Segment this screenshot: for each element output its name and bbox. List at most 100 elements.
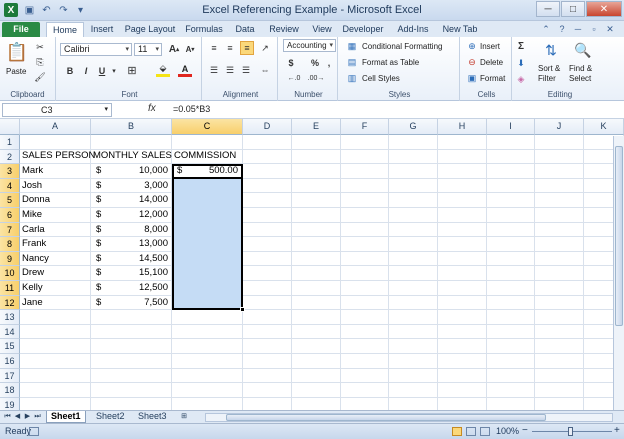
tab-new-tab[interactable]: New Tab [440,22,480,37]
tab-page-layout[interactable]: Page Layout [124,22,176,37]
tab-formulas[interactable]: Formulas [184,22,224,37]
vertical-scroll-thumb[interactable] [615,146,623,326]
zoom-slider-thumb[interactable] [568,427,573,436]
first-sheet-icon[interactable]: ⏮ [3,412,12,422]
maximize-button[interactable]: □ [561,1,585,17]
cell-a5[interactable]: Donna [22,193,50,207]
column-header-e[interactable]: E [292,119,341,135]
align-bottom-icon[interactable]: ≡ [240,41,254,55]
row-header-12[interactable]: 12 [0,295,20,311]
cell-a6[interactable]: Mike [22,208,42,222]
currency-button[interactable]: $ [286,57,296,69]
insert-function-button[interactable]: fx [148,103,156,114]
cell-b11-currency[interactable]: $ [96,281,101,295]
macro-record-icon[interactable] [29,427,39,436]
sort-filter-label-line2[interactable]: Filter [538,74,556,83]
increase-decimal-icon[interactable]: ←.0 [286,73,302,84]
last-sheet-icon[interactable]: ⏭ [33,412,42,422]
decrease-decimal-icon[interactable]: .00→ [308,73,325,84]
align-top-icon[interactable]: ≡ [208,42,220,54]
tab-home[interactable]: Home [46,22,84,37]
cell-a10[interactable]: Drew [22,266,44,280]
vertical-scrollbar[interactable] [613,136,624,410]
column-header-a[interactable]: A [20,119,91,135]
row-header-14[interactable]: 14 [0,324,20,340]
cell-b2[interactable]: MONTHLY SALES [93,149,172,163]
format-cells-icon[interactable]: ▣ [466,72,478,84]
find-select-label-line2[interactable]: Select [569,74,591,83]
row-header-8[interactable]: 8 [0,237,20,252]
align-middle-icon[interactable]: ≡ [224,42,236,54]
cell-b8-currency[interactable]: $ [96,237,101,251]
format-painter-icon[interactable]: 🖌 [34,71,46,83]
underline-button[interactable]: U [96,64,108,77]
cell-b8[interactable]: 13,000 [110,237,168,251]
horizontal-scroll-thumb[interactable] [226,414,546,421]
borders-icon[interactable]: ⊞ [124,64,140,77]
find-select-icon[interactable]: 🔍 [572,40,594,60]
cell-b4-currency[interactable]: $ [96,179,101,193]
cell-b12[interactable]: 7,500 [110,296,168,310]
cell-b5-currency[interactable]: $ [96,193,101,207]
cell-a8[interactable]: Frank [22,237,46,251]
cut-icon[interactable]: ✂ [34,41,46,53]
sort-filter-label-line1[interactable]: Sort & [538,64,560,73]
tab-insert[interactable]: Insert [89,22,115,37]
sort-filter-icon[interactable]: ⇅ [540,40,562,60]
row-header-19[interactable]: 19 [0,397,20,410]
merge-center-icon[interactable]: ⇔ [258,64,272,76]
find-select-label-line1[interactable]: Find & [569,64,592,73]
row-header-6[interactable]: 6 [0,208,20,223]
format-cells-button[interactable]: Format [480,74,505,83]
tab-review[interactable]: Review [268,22,300,37]
normal-view-icon[interactable] [452,427,462,436]
tab-view[interactable]: View [309,22,335,37]
clear-icon[interactable]: ◈ [516,73,526,85]
delete-cells-button[interactable]: Delete [480,58,503,67]
column-header-f[interactable]: F [341,119,389,135]
cell-b9-currency[interactable]: $ [96,252,101,266]
minimize-ribbon-icon[interactable]: ⌃ [540,23,552,35]
cell-b7[interactable]: 8,000 [110,223,168,237]
cell-a3[interactable]: Mark [22,164,43,178]
column-header-j[interactable]: J [535,119,584,135]
cell-a12[interactable]: Jane [22,296,43,310]
tab-add-ins[interactable]: Add-Ins [394,22,432,37]
percent-button[interactable]: % [310,57,320,69]
window-close-icon[interactable]: ✕ [604,23,616,35]
cell-b5[interactable]: 14,000 [110,193,168,207]
align-left-icon[interactable]: ☰ [208,64,220,76]
cell-styles-button[interactable]: Cell Styles [362,74,400,83]
column-header-g[interactable]: G [389,119,438,135]
paste-label[interactable]: Paste [6,67,26,76]
column-header-i[interactable]: I [487,119,535,135]
row-header-16[interactable]: 16 [0,354,20,369]
column-header-k[interactable]: K [584,119,624,135]
cell-a7[interactable]: Carla [22,223,45,237]
align-right-icon[interactable]: ☰ [240,64,252,76]
sheet-tab-sheet2[interactable]: Sheet2 [92,411,129,423]
row-header-13[interactable]: 13 [0,310,20,325]
cell-b9[interactable]: 14,500 [110,252,168,266]
copy-icon[interactable]: ⎘ [34,56,46,68]
column-header-b[interactable]: B [91,119,172,135]
cell-b7-currency[interactable]: $ [96,223,101,237]
row-header-7[interactable]: 7 [0,222,20,238]
format-as-table-icon[interactable]: ▤ [346,56,358,68]
zoom-in-button[interactable]: + [614,425,620,436]
underline-dropdown-icon[interactable]: ▾ [110,64,118,77]
help-icon[interactable]: ? [556,23,568,35]
zoom-level[interactable]: 100% [496,426,519,436]
number-format-select[interactable]: Accounting ▾ [283,39,336,52]
formula-input[interactable]: =0.05*B3 [173,103,622,117]
tab-file[interactable]: File [2,22,40,37]
column-header-c[interactable]: C [172,119,243,135]
cell-a2[interactable]: SALES PERSON [22,149,95,163]
font-name-select[interactable]: Calibri ▾ [60,43,132,56]
row-header-1[interactable]: 1 [0,135,20,150]
shrink-font-button[interactable]: A ▾ [184,43,196,56]
cell-b10-currency[interactable]: $ [96,266,101,280]
row-header-18[interactable]: 18 [0,383,20,398]
orientation-icon[interactable]: ↗ [258,42,272,54]
selected-range[interactable] [172,164,243,310]
